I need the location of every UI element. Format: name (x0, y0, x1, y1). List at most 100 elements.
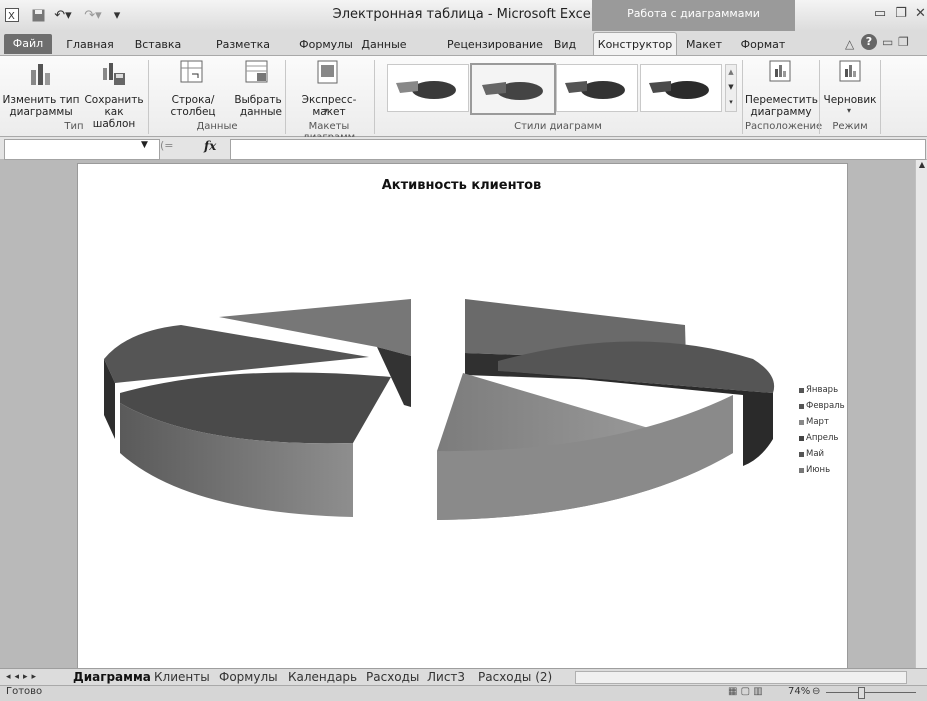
save-as-template-button[interactable]: Сохранить как шаблон (82, 58, 146, 130)
sheet-tab-expenses[interactable]: Расходы (366, 670, 419, 685)
group-separator (742, 60, 743, 134)
group-separator (880, 60, 881, 134)
workbook-minimize-icon[interactable]: ▭ (882, 35, 893, 49)
group-separator (374, 60, 375, 134)
sheet-tab-calendar[interactable]: Календарь (288, 670, 357, 685)
dropdown-arrow-icon: ▾ (847, 106, 852, 115)
chart-type-icon (31, 64, 50, 85)
draft-mode-icon (839, 60, 861, 82)
select-data-icon (245, 60, 268, 83)
help-icon[interactable]: ? (861, 34, 877, 50)
zoom-level[interactable]: 74% (788, 686, 810, 697)
legend-item: Февраль (799, 401, 845, 411)
legend-swatch (799, 467, 804, 473)
pie-chart-plot[interactable] (77, 163, 846, 667)
change-chart-type-label-2: диаграммы (9, 106, 73, 118)
sheet-tab-formulas[interactable]: Формулы (219, 670, 278, 685)
tab-file[interactable]: Файл (4, 34, 52, 54)
select-data-label-1: Выбрать (234, 94, 282, 106)
zoom-slider[interactable] (826, 692, 916, 693)
group-separator (148, 60, 149, 134)
chart-style-preview-icon (649, 81, 709, 99)
save-template-icon (103, 63, 125, 85)
chart-style-3[interactable] (556, 64, 638, 112)
status-ready: Готово (6, 686, 43, 697)
chart-style-preview-icon (396, 81, 456, 99)
context-group-label: Работа с диаграммами (592, 0, 795, 31)
draft-mode-label: Черновик (823, 94, 877, 106)
minimize-ribbon-icon[interactable]: △ (845, 37, 854, 51)
legend-swatch (799, 403, 804, 409)
vertical-scrollbar[interactable]: ▲ (915, 160, 927, 668)
restore-icon[interactable]: ❐ (893, 6, 909, 22)
zoom-slider-handle[interactable] (858, 687, 865, 699)
sheet-tab-diagram[interactable]: Диаграмма (73, 670, 151, 685)
tab-design[interactable]: Конструктор (593, 32, 677, 56)
legend-swatch (799, 419, 804, 425)
quick-layout-icon (317, 60, 338, 84)
group-label-mode: Режим (832, 121, 868, 132)
legend-swatch (799, 435, 804, 441)
tab-data[interactable]: Данные (356, 36, 412, 54)
name-box-dropdown-icon[interactable]: ▼ (141, 140, 148, 150)
legend-swatch (799, 387, 804, 393)
tab-layout[interactable]: Макет (682, 36, 726, 54)
move-chart-label-2: диаграмму (750, 106, 812, 118)
group-separator (819, 60, 820, 134)
group-label-data: Данные (196, 121, 238, 132)
legend-item: Май (799, 449, 824, 459)
tab-insert[interactable]: Вставка (130, 36, 186, 54)
legend-swatch (799, 451, 804, 457)
name-box[interactable] (4, 139, 160, 160)
chart-legend[interactable] (799, 384, 847, 474)
quick-layout-label: Экспресс-макет (301, 94, 357, 118)
minimize-icon[interactable]: ▭ (872, 6, 888, 22)
select-data-label-2: данные (239, 106, 282, 118)
workbook-restore-icon[interactable]: ❐ (898, 35, 909, 49)
horizontal-scrollbar[interactable] (575, 671, 907, 684)
group-label-type: Тип (64, 121, 84, 132)
move-chart-button[interactable]: Переместить диаграмму (745, 58, 818, 120)
chart-style-preview-icon (565, 81, 625, 99)
group-label-location: Расположение (745, 121, 823, 132)
select-data-button[interactable]: Выбрать данные (234, 58, 282, 120)
tab-view[interactable]: Вид (550, 36, 580, 54)
sheet-nav-arrows-icon[interactable]: ◂◂▸▸ (6, 670, 40, 685)
change-chart-type-button[interactable]: Изменить тип диаграммы (2, 58, 80, 120)
zoom-out-icon[interactable]: ⊖ (812, 686, 820, 697)
chart-style-4[interactable] (640, 64, 722, 112)
move-chart-icon (769, 60, 791, 82)
legend-item: Январь (799, 385, 838, 395)
switch-row-column-label: Строка/столбец (170, 94, 216, 118)
legend-item: Март (799, 417, 829, 427)
tab-home[interactable]: Главная (61, 36, 119, 54)
tab-review[interactable]: Рецензирование (445, 36, 545, 54)
switch-row-column-icon (180, 60, 203, 83)
draft-mode-button[interactable]: Черновик ▾ (822, 58, 878, 120)
chart-style-2[interactable] (470, 63, 556, 115)
formula-bar-separator-icon: (= (160, 139, 174, 152)
change-chart-type-label-1: Изменить тип (2, 94, 80, 106)
chart-style-preview-icon (482, 82, 543, 100)
scroll-up-icon[interactable]: ▲ (916, 160, 927, 169)
legend-item: Июнь (799, 465, 830, 475)
move-chart-label-1: Переместить (745, 94, 818, 106)
dropdown-arrow-icon: ▾ (324, 106, 329, 115)
switch-row-column-button[interactable]: Строка/столбец (152, 58, 234, 118)
styles-gallery-scroll[interactable]: ▲ ▼ ▾ (725, 64, 737, 112)
chart-style-1[interactable] (387, 64, 469, 112)
tab-formulas[interactable]: Формулы (298, 36, 354, 54)
tab-format[interactable]: Формат (735, 36, 791, 54)
view-buttons-icon[interactable]: ▦ ▢ ▥ (728, 686, 763, 697)
save-template-label-1: Сохранить (84, 94, 144, 106)
sheet-tab-list3[interactable]: Лист3 (427, 670, 465, 685)
legend-item: Апрель (799, 433, 838, 443)
quick-layout-button[interactable]: Экспресс-макет ▾ (288, 58, 370, 120)
group-label-styles: Стили диаграмм (514, 121, 602, 132)
formula-input[interactable] (230, 139, 926, 160)
sheet-tab-expenses-2[interactable]: Расходы (2) (478, 670, 552, 685)
sheet-tab-clients[interactable]: Клиенты (154, 670, 210, 685)
tab-page-layout[interactable]: Разметка страницы (196, 36, 290, 69)
close-icon[interactable]: ✕ (914, 6, 927, 22)
insert-function-button[interactable]: fx (204, 139, 216, 153)
